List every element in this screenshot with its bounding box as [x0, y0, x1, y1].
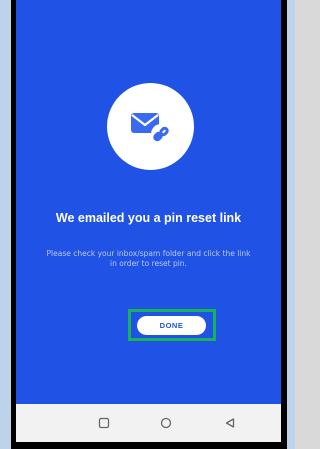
envelope-link-icon-graphic: [130, 112, 171, 144]
phone-bottom-bezel: [11, 442, 287, 449]
window-left-edge: [0, 0, 11, 449]
back-triangle-icon[interactable]: [220, 413, 240, 433]
window-right-edge: [287, 0, 295, 449]
done-button[interactable]: DONE: [137, 316, 206, 335]
recents-square-icon[interactable]: [94, 413, 114, 433]
android-nav-bar: [16, 404, 281, 442]
envelope-link-icon: [107, 83, 194, 170]
instructions-text: Please check your inbox/spam folder and …: [46, 249, 251, 268]
phone-frame: We emailed you a pin reset link Please c…: [11, 0, 287, 449]
home-circle-icon[interactable]: [156, 413, 176, 433]
screen-title: We emailed you a pin reset link: [55, 211, 242, 225]
pin-reset-confirmation-screen: We emailed you a pin reset link Please c…: [16, 0, 281, 404]
